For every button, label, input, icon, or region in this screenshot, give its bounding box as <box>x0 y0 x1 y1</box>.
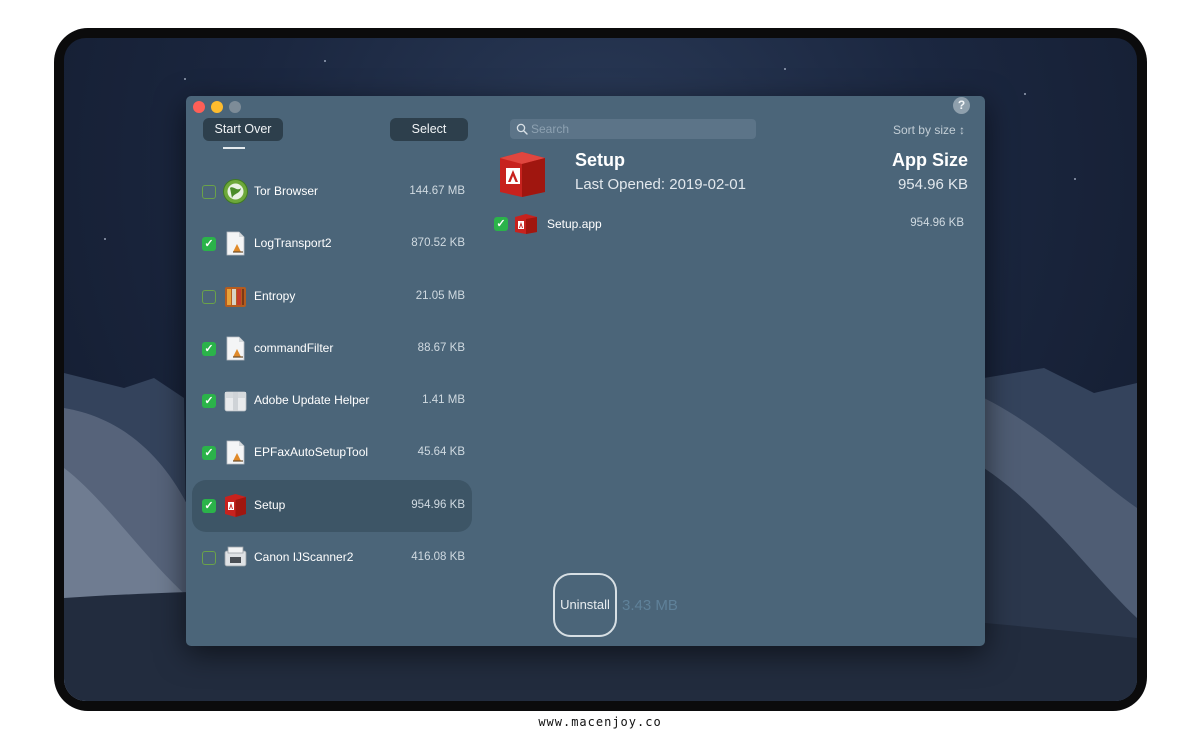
app-checkbox[interactable]: ✓ <box>202 446 216 461</box>
app-name: LogTransport2 <box>254 236 332 251</box>
watermark-text: www.macenjoy.co <box>538 715 662 729</box>
app-list-row[interactable]: Canon IJScanner2 416.08 KB <box>192 532 472 584</box>
select-button[interactable]: Select <box>390 118 468 141</box>
app-checkbox[interactable]: ✓ <box>202 341 216 356</box>
archive-books-icon <box>223 284 248 309</box>
app-name: Adobe Update Helper <box>254 393 370 408</box>
app-list-row[interactable]: Entropy 21.05 MB <box>192 271 472 323</box>
app-checkbox[interactable] <box>202 289 216 304</box>
app-list-row[interactable]: Tor Browser 144.67 MB <box>192 166 472 218</box>
document-icon <box>223 231 248 256</box>
app-list-row[interactable]: ✓ commandFilter 88.67 KB <box>192 323 472 375</box>
app-size: 144.67 MB <box>409 185 465 197</box>
app-size: 870.52 KB <box>411 237 465 250</box>
uninstall-button[interactable]: Uninstall <box>553 573 617 637</box>
app-name: Tor Browser <box>254 184 319 198</box>
app-checkbox[interactable] <box>202 551 216 566</box>
app-size: 954.96 KB <box>411 498 465 511</box>
minimize-window-button[interactable] <box>211 101 223 113</box>
app-list-row[interactable]: ✓ Setup 954.96 KB <box>192 479 472 533</box>
help-button[interactable]: ? <box>953 97 970 114</box>
file-checkbox[interactable]: ✓ <box>494 217 508 231</box>
search-icon <box>516 123 528 135</box>
app-checkbox[interactable] <box>202 185 216 199</box>
app-list-row[interactable]: ✓ Adobe Update Helper 1.41 MB <box>192 375 472 427</box>
file-row[interactable]: ✓ Setup.app 954.96 KB <box>494 214 966 234</box>
app-size: 45.64 KB <box>417 446 465 459</box>
app-size: 416.08 KB <box>411 551 465 564</box>
app-name: Canon IJScanner2 <box>254 550 354 565</box>
scanner-icon <box>223 545 248 570</box>
app-name: Entropy <box>254 288 296 303</box>
app-name: Setup <box>254 497 286 512</box>
app-name: EPFaxAutoSetupTool <box>254 445 369 460</box>
app-size-value: 954.96 KB <box>897 176 968 193</box>
search-input[interactable] <box>531 119 746 139</box>
app-window: ? Start Over Select Tor Browser 144.67 MB… <box>186 96 985 646</box>
app-size: 1.41 MB <box>422 394 465 407</box>
app-checkbox[interactable]: ✓ <box>202 498 216 513</box>
tor-globe-icon <box>223 179 248 204</box>
app-checkbox[interactable]: ✓ <box>202 237 216 252</box>
adobe-box-icon <box>223 493 248 518</box>
file-name: Setup.app <box>547 217 602 231</box>
sort-by-size-dropdown[interactable]: Sort by size ↕ <box>893 123 965 137</box>
app-checkbox[interactable]: ✓ <box>202 394 216 409</box>
start-over-button[interactable]: Start Over <box>203 118 283 141</box>
zoom-window-button[interactable] <box>229 101 241 113</box>
app-name: commandFilter <box>254 340 334 355</box>
adobe-box-icon <box>515 214 537 234</box>
scroll-indicator <box>223 147 245 149</box>
uninstall-total-size: 3.43 MB <box>622 597 678 614</box>
app-size-label: App Size <box>891 150 968 170</box>
close-window-button[interactable] <box>193 101 205 113</box>
document-icon <box>223 336 248 361</box>
document-icon <box>223 440 248 465</box>
app-size: 88.67 KB <box>417 341 465 354</box>
app-list-row[interactable]: ✓ EPFaxAutoSetupTool 45.64 KB <box>192 427 472 479</box>
app-list: Tor Browser 144.67 MB ✓ LogTransport2 870.52… <box>192 166 472 584</box>
package-box-icon <box>223 388 248 413</box>
app-detail-name: Setup <box>575 150 626 170</box>
search-field[interactable] <box>510 119 756 139</box>
app-list-row[interactable]: ✓ LogTransport2 870.52 KB <box>192 218 472 270</box>
window-controls <box>193 101 241 113</box>
file-size: 954.96 KB <box>910 217 964 229</box>
app-size: 21.05 MB <box>415 289 465 302</box>
adobe-box-icon <box>500 152 545 197</box>
app-last-opened: Last Opened: 2019-02-01 <box>575 176 746 193</box>
